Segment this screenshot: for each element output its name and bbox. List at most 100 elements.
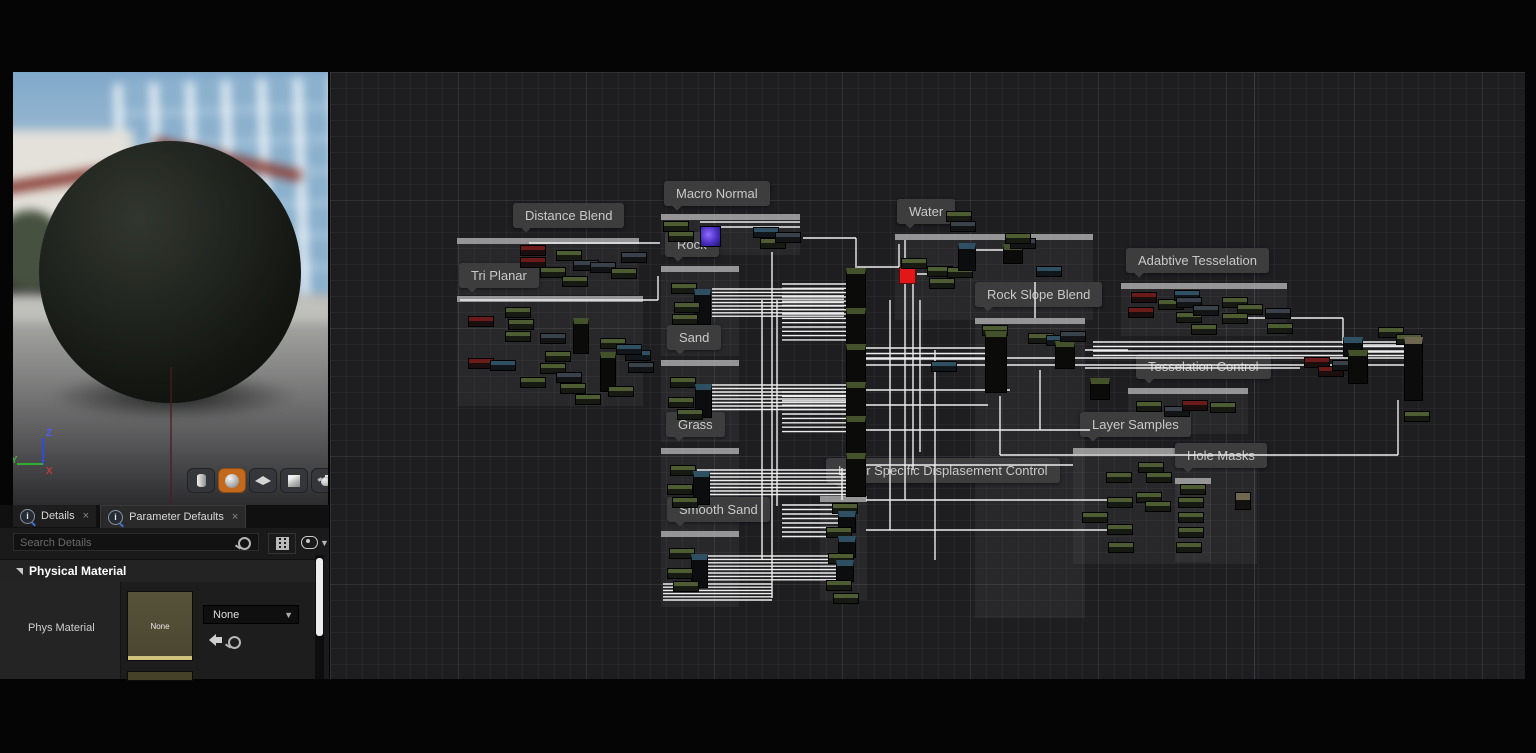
section-header-physical-material[interactable]: Physical Material	[0, 559, 316, 583]
preview-shape-plane-button[interactable]	[249, 468, 277, 493]
graph-node[interactable]	[1136, 401, 1162, 412]
graph-node[interactable]	[846, 453, 866, 497]
graph-node[interactable]	[846, 382, 866, 418]
graph-node[interactable]	[1082, 512, 1108, 523]
graph-node[interactable]	[616, 344, 642, 355]
graph-node[interactable]	[1191, 324, 1217, 335]
graph-node[interactable]	[836, 560, 854, 582]
preview-shape-cylinder-button[interactable]	[187, 468, 215, 493]
graph-node[interactable]	[901, 258, 927, 269]
graph-node[interactable]	[1404, 411, 1430, 422]
graph-node[interactable]	[1108, 542, 1134, 553]
graph-node[interactable]	[985, 331, 1007, 393]
use-selected-arrow-icon[interactable]	[203, 634, 216, 646]
graph-node[interactable]	[846, 268, 866, 310]
graph-node[interactable]	[560, 383, 586, 394]
graph-node[interactable]	[1348, 350, 1368, 384]
graph-node[interactable]	[1128, 307, 1154, 318]
graph-node[interactable]	[1131, 292, 1157, 303]
graph-node[interactable]	[674, 302, 700, 313]
graph-node[interactable]	[1145, 501, 1171, 512]
scrollbar-thumb[interactable]	[316, 558, 323, 636]
display-filter-button[interactable]	[268, 533, 296, 554]
tab-parameter-defaults[interactable]: i Parameter Defaults ×	[100, 505, 246, 528]
search-details-input[interactable]: Search Details	[13, 533, 259, 551]
close-icon[interactable]: ×	[232, 511, 238, 523]
graph-node[interactable]	[1180, 484, 1206, 495]
chevron-down-icon[interactable]: ▼	[320, 538, 329, 548]
graph-node[interactable]	[628, 362, 654, 373]
graph-node[interactable]	[621, 252, 647, 263]
graph-node[interactable]	[775, 232, 801, 243]
graph-node[interactable]	[468, 316, 494, 327]
graph-node[interactable]	[846, 308, 866, 346]
graph-node[interactable]	[1210, 402, 1236, 413]
preview-shape-teapot-button[interactable]	[311, 468, 328, 493]
graph-node[interactable]	[950, 221, 976, 232]
graph-node[interactable]	[505, 307, 531, 318]
graph-node[interactable]	[931, 361, 957, 372]
graph-node[interactable]	[508, 319, 534, 330]
preview-shape-cube-button[interactable]	[280, 468, 308, 493]
graph-node[interactable]	[929, 278, 955, 289]
tab-label: Parameter Defaults	[129, 511, 224, 523]
graph-node[interactable]	[1182, 400, 1208, 411]
graph-node[interactable]	[672, 497, 698, 508]
close-icon[interactable]: ×	[83, 510, 89, 522]
graph-node[interactable]	[520, 245, 546, 256]
graph-node[interactable]	[1146, 472, 1172, 483]
graph-node[interactable]	[846, 416, 866, 456]
tab-details[interactable]: i Details ×	[13, 505, 96, 527]
graph-node[interactable]	[1060, 331, 1086, 342]
graph-node[interactable]	[611, 268, 637, 279]
phys-material-thumbnail[interactable]: None	[127, 591, 193, 661]
graph-node[interactable]	[668, 397, 694, 408]
preview-shape-sphere-button[interactable]	[218, 468, 246, 493]
graph-node[interactable]	[1107, 497, 1133, 508]
browse-icon[interactable]	[228, 636, 241, 649]
material-graph-panel[interactable]: Distance BlendTri PlanarMacro NormalRock…	[330, 72, 1525, 679]
graph-node[interactable]	[1005, 233, 1031, 244]
graph-node[interactable]	[677, 409, 703, 420]
graph-node[interactable]	[1106, 472, 1132, 483]
graph-node[interactable]	[1036, 266, 1062, 277]
graph-node[interactable]	[562, 276, 588, 287]
graph-node[interactable]	[670, 377, 696, 388]
graph-node[interactable]	[667, 568, 693, 579]
graph-node[interactable]	[520, 377, 546, 388]
graph-node[interactable]	[826, 580, 852, 591]
graph-node[interactable]	[1265, 308, 1291, 319]
graph-node[interactable]	[573, 318, 589, 354]
graph-node[interactable]	[958, 243, 976, 271]
graph-node[interactable]	[1178, 527, 1204, 538]
graph-node[interactable]	[672, 314, 698, 325]
graph-node[interactable]	[1404, 337, 1423, 401]
graph-node[interactable]	[700, 226, 721, 247]
preview-viewport[interactable]: Z Y X	[13, 72, 328, 505]
graph-node[interactable]	[1176, 542, 1202, 553]
graph-node[interactable]	[1193, 305, 1219, 316]
graph-node[interactable]	[556, 372, 582, 383]
graph-node[interactable]	[667, 484, 693, 495]
graph-node[interactable]	[540, 333, 566, 344]
graph-node[interactable]	[1178, 497, 1204, 508]
phys-material-dropdown[interactable]: None ▼	[203, 605, 299, 624]
graph-node[interactable]	[505, 331, 531, 342]
graph-node[interactable]	[1055, 341, 1075, 369]
graph-node[interactable]	[846, 344, 866, 384]
graph-node[interactable]	[1235, 492, 1251, 510]
graph-node[interactable]	[608, 386, 634, 397]
graph-node[interactable]	[490, 360, 516, 371]
eye-icon[interactable]	[301, 536, 318, 549]
graph-node[interactable]	[575, 394, 601, 405]
graph-node[interactable]	[1178, 512, 1204, 523]
graph-node[interactable]	[1107, 524, 1133, 535]
graph-node[interactable]	[899, 267, 916, 284]
graph-node[interactable]	[1090, 378, 1110, 400]
graph-node[interactable]	[1267, 323, 1293, 334]
graph-node[interactable]	[668, 231, 694, 242]
graph-node[interactable]	[1222, 313, 1248, 324]
graph-node[interactable]	[833, 593, 859, 604]
graph-node[interactable]	[545, 351, 571, 362]
graph-node[interactable]	[673, 581, 699, 592]
